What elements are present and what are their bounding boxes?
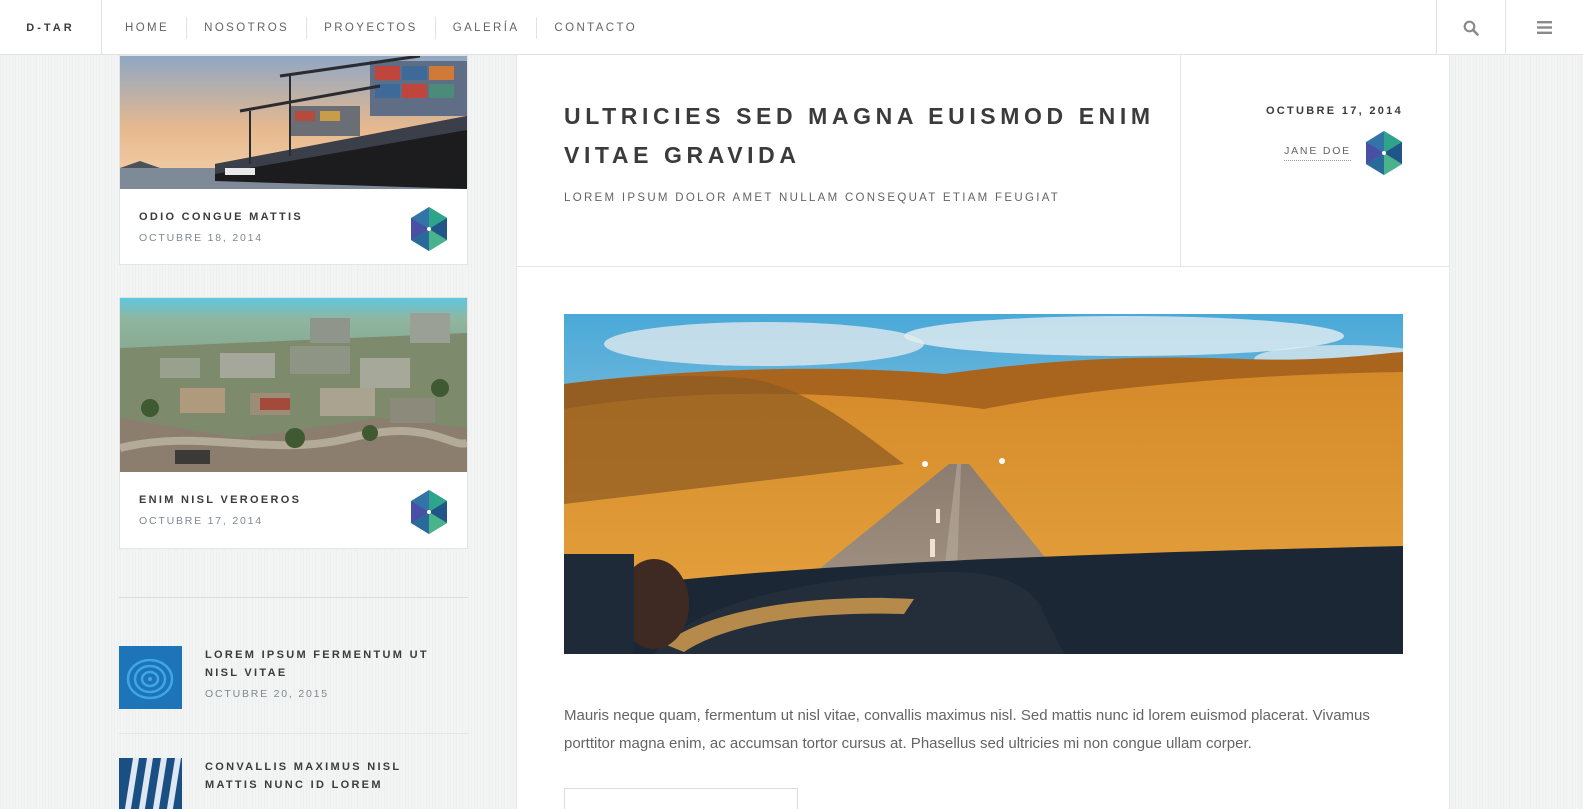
sidebar-post-card[interactable]: ODIO CONGUE MATTIS OCTUBRE 18, 2014: [119, 55, 468, 265]
card-title[interactable]: ENIM NISL VEROEROS: [139, 494, 448, 506]
card-image-cargo-ship[interactable]: [120, 56, 467, 189]
post-featured-image[interactable]: [564, 314, 1403, 654]
mini-post-divider: [119, 733, 468, 734]
nav-item-contacto[interactable]: CONTACTO: [536, 16, 654, 39]
card-title[interactable]: ODIO CONGUE MATTIS: [139, 211, 448, 223]
mini-post-title[interactable]: CONVALLIS MAXIMUS NISL MATTIS NUNC ID LO…: [205, 758, 455, 794]
post-date: OCTUBRE 17, 2014: [1265, 105, 1403, 117]
mini-post-text: CONVALLIS MAXIMUS NISL MATTIS NUNC ID LO…: [205, 758, 455, 794]
mini-post-thumbnail[interactable]: [119, 646, 182, 709]
post-meta: OCTUBRE 17, 2014 JANE DOE: [1182, 55, 1450, 266]
mini-post-date: OCTUBRE 20, 2015: [205, 688, 329, 700]
search-icon: [1463, 20, 1479, 36]
hamburger-menu-icon: [1537, 21, 1552, 34]
mini-post-title[interactable]: LOREM IPSUM FERMENTUM UT NISL VITAE: [205, 646, 455, 682]
nav-item-proyectos[interactable]: PROYECTOS: [306, 16, 435, 39]
top-navigation-bar: D-TAR HOME NOSOTROS PROYECTOS GALERÍA CO…: [0, 0, 1583, 55]
post-body-text: Mauris neque quam, fermentum ut nisl vit…: [564, 707, 1370, 752]
post-title-area: ULTRICIES SED MAGNA EUISMOD ENIM VITAE G…: [517, 55, 1181, 266]
card-body: ODIO CONGUE MATTIS OCTUBRE 18, 2014: [120, 189, 467, 266]
site-logo[interactable]: D-TAR: [0, 0, 102, 55]
post-author-link[interactable]: JANE DOE: [1284, 145, 1351, 161]
post-subtitle: LOREM IPSUM DOLOR AMET NULLAM CONSEQUAT …: [564, 192, 1061, 204]
main-post: ULTRICIES SED MAGNA EUISMOD ENIM VITAE G…: [516, 55, 1450, 809]
card-date: OCTUBRE 18, 2014: [139, 232, 263, 244]
sidebar-post-card[interactable]: ENIM NISL VEROEROS OCTUBRE 17, 2014: [119, 297, 468, 549]
card-date: OCTUBRE 17, 2014: [139, 515, 263, 527]
post-title[interactable]: ULTRICIES SED MAGNA EUISMOD ENIM VITAE G…: [564, 97, 1164, 175]
menu-button[interactable]: [1505, 0, 1583, 55]
nav-item-galeria[interactable]: GALERÍA: [434, 16, 537, 39]
card-image-aerial-city[interactable]: [120, 298, 467, 472]
main-nav: HOME NOSOTROS PROYECTOS GALERÍA CONTACTO: [108, 0, 654, 55]
search-button[interactable]: [1436, 0, 1505, 55]
mini-post-item[interactable]: LOREM IPSUM FERMENTUM UT NISL VITAE OCTU…: [119, 646, 468, 716]
nav-item-nosotros[interactable]: NOSOTROS: [186, 16, 306, 39]
mini-post-thumbnail[interactable]: [119, 758, 182, 809]
card-body: ENIM NISL VEROEROS OCTUBRE 17, 2014: [120, 472, 467, 549]
author-avatar-icon[interactable]: [409, 207, 449, 251]
read-more-button[interactable]: [564, 788, 798, 809]
mini-post-text: LOREM IPSUM FERMENTUM UT NISL VITAE OCTU…: [205, 646, 455, 700]
nav-item-home[interactable]: HOME: [108, 17, 186, 39]
post-header: ULTRICIES SED MAGNA EUISMOD ENIM VITAE G…: [517, 55, 1450, 267]
author-avatar-icon[interactable]: [1364, 131, 1404, 175]
author-avatar-icon[interactable]: [409, 490, 449, 534]
sidebar-divider: [119, 597, 468, 598]
mini-post-item[interactable]: CONVALLIS MAXIMUS NISL MATTIS NUNC ID LO…: [119, 758, 468, 809]
